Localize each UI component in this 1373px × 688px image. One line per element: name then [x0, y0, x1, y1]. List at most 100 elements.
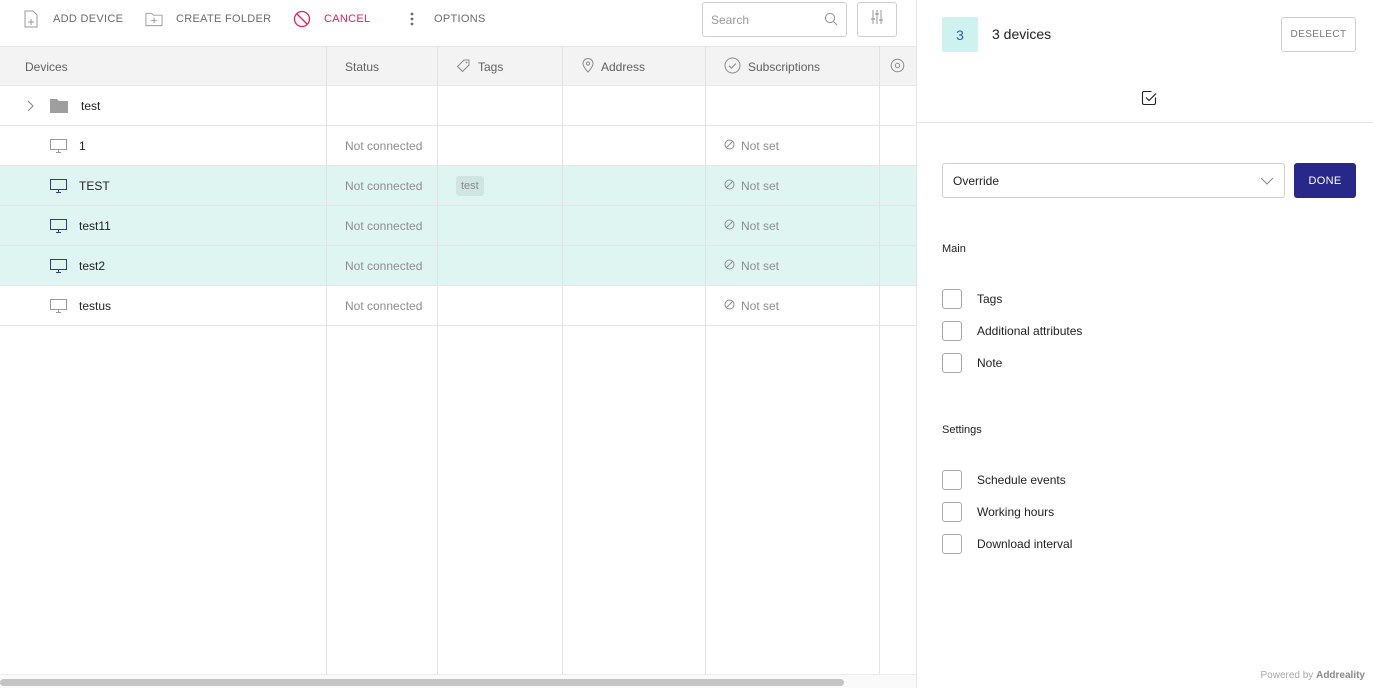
column-header-devices[interactable]: Devices — [25, 47, 68, 86]
checkbox[interactable] — [942, 289, 962, 309]
checkbox[interactable] — [942, 502, 962, 522]
device-name: 1 — [79, 138, 86, 153]
monitor-icon — [50, 246, 67, 285]
not-set-icon — [724, 179, 735, 193]
option-note[interactable]: Note — [942, 353, 1002, 373]
option-schedule-events[interactable]: Schedule events — [942, 470, 1066, 490]
subscription-cell: Not set — [724, 139, 779, 153]
mode-select-value: Override — [953, 173, 1000, 188]
powered-brand[interactable]: Addreality — [1316, 670, 1365, 681]
device-name: test — [81, 98, 101, 113]
subscription-text: Not set — [741, 298, 780, 313]
location-pin-icon — [582, 57, 594, 76]
create-folder-button[interactable]: CREATE FOLDER — [145, 0, 271, 38]
column-header-subscriptions[interactable]: Subscriptions — [724, 47, 820, 86]
tag-icon — [456, 58, 471, 76]
status-text: Not connected — [345, 138, 423, 153]
status-text: Not connected — [345, 298, 423, 313]
done-button[interactable]: DONE — [1294, 163, 1356, 198]
not-set-icon — [724, 219, 735, 233]
column-address-label: Address — [601, 59, 646, 74]
toolbar: ADD DEVICE CREATE FOLDER CANCEL OPTIONS — [0, 0, 916, 46]
status-text: Not connected — [345, 258, 423, 273]
search-icon[interactable] — [824, 12, 838, 31]
create-folder-label: CREATE FOLDER — [176, 13, 272, 25]
subscription-text: Not set — [741, 138, 780, 153]
selected-count-badge: 3 — [942, 17, 978, 52]
horizontal-scrollbar[interactable] — [0, 674, 916, 688]
option-tags[interactable]: Tags — [942, 289, 1002, 309]
device-name: test2 — [79, 258, 106, 273]
checkbox[interactable] — [942, 470, 962, 490]
deselect-button[interactable]: DESELECT — [1281, 17, 1356, 52]
options-label: OPTIONS — [434, 13, 486, 25]
column-divider — [326, 46, 327, 674]
add-device-button[interactable]: ADD DEVICE — [22, 0, 123, 38]
monitor-icon — [50, 126, 67, 165]
column-subscriptions-label: Subscriptions — [748, 59, 821, 74]
device-name: test11 — [79, 218, 111, 233]
panel-divider — [917, 122, 1373, 123]
column-header-address[interactable]: Address — [582, 47, 645, 86]
monitor-icon — [50, 206, 67, 245]
filter-button[interactable] — [857, 2, 897, 37]
checkbox[interactable] — [942, 353, 962, 373]
main-section-title: Main — [942, 243, 966, 255]
folder-icon — [50, 86, 68, 125]
device-name: testus — [79, 298, 112, 313]
not-set-icon — [724, 259, 735, 273]
powered-by: Powered by Addreality — [1261, 670, 1366, 681]
table-row[interactable]: testus Not connected Not set — [0, 286, 916, 326]
selected-count-label: 3 devices — [992, 26, 1052, 42]
subscription-cell: Not set — [724, 219, 779, 233]
column-tags-label: Tags — [478, 59, 504, 74]
table-row[interactable]: 1 Not connected Not set — [0, 126, 916, 166]
tag-chip[interactable]: test — [456, 175, 484, 196]
option-working-hours[interactable]: Working hours — [942, 502, 1054, 522]
checkbox[interactable] — [942, 534, 962, 554]
column-divider — [437, 46, 438, 674]
check-square-icon[interactable] — [1141, 90, 1157, 111]
checkbox[interactable] — [942, 321, 962, 341]
device-name: TEST — [79, 178, 110, 193]
settings-section-title: Settings — [942, 424, 982, 436]
devices-pane: ADD DEVICE CREATE FOLDER CANCEL OPTIONS — [0, 0, 916, 688]
chevron-down-icon — [1260, 175, 1274, 189]
search-input[interactable] — [711, 12, 821, 27]
subscription-text: Not set — [741, 218, 780, 233]
expand-chevron-icon[interactable] — [25, 86, 35, 125]
table-row[interactable]: test2 Not connected Not set — [0, 246, 916, 286]
create-folder-icon — [145, 10, 163, 28]
column-divider — [705, 46, 706, 674]
search-box — [702, 2, 847, 37]
table-row[interactable]: TEST Not connected test Not set — [0, 166, 916, 206]
scrollbar-thumb[interactable] — [0, 679, 844, 686]
cancel-button[interactable]: CANCEL — [293, 0, 370, 38]
option-additional-attributes[interactable]: Additional attributes — [942, 321, 1082, 341]
prohibited-icon — [293, 10, 311, 28]
monitor-icon — [50, 286, 67, 325]
gear-icon — [890, 58, 905, 76]
add-device-label: ADD DEVICE — [53, 13, 124, 25]
column-settings-button[interactable] — [890, 47, 905, 86]
column-header-status[interactable]: Status — [345, 47, 379, 86]
folder-row[interactable]: test — [0, 86, 916, 126]
option-download-interval[interactable]: Download interval — [942, 534, 1072, 554]
column-header-tags[interactable]: Tags — [456, 47, 503, 86]
column-divider — [562, 46, 563, 674]
options-button[interactable]: OPTIONS — [403, 0, 486, 38]
subscription-cell: Not set — [724, 179, 779, 193]
table-header: Devices Status Tags Address Subscription… — [0, 46, 916, 86]
status-text: Not connected — [345, 218, 423, 233]
not-set-icon — [724, 299, 735, 313]
monitor-icon — [50, 166, 67, 205]
mode-select[interactable]: Override — [942, 163, 1285, 198]
table-row[interactable]: test11 Not connected Not set — [0, 206, 916, 246]
selection-panel: 3 3 devices DESELECT Override DONE Main … — [916, 0, 1373, 688]
status-text: Not connected — [345, 178, 423, 193]
subscription-text: Not set — [741, 178, 780, 193]
column-status-label: Status — [345, 59, 380, 74]
powered-prefix: Powered by — [1260, 670, 1314, 681]
option-label: Tags — [977, 292, 1003, 306]
option-label: Schedule events — [977, 473, 1066, 487]
